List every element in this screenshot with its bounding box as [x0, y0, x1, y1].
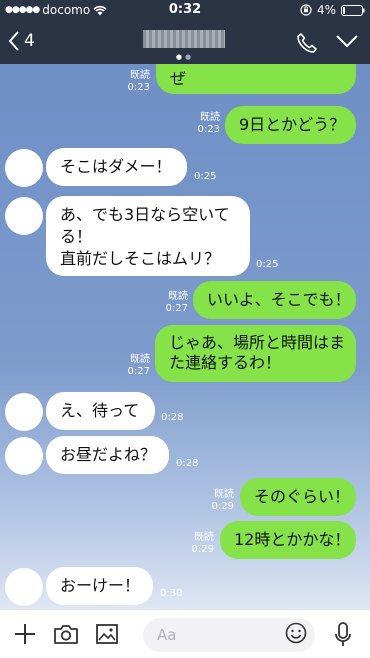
- message-time: 0:28: [161, 412, 184, 423]
- unread-count: 4: [24, 31, 35, 51]
- image-icon[interactable]: [95, 622, 119, 646]
- contact-name-redacted: [143, 30, 225, 48]
- message-bubble-sent[interactable]: じゃあ、場所と時間はま た連絡するわ！: [155, 325, 356, 382]
- message-meta: 既読 0:27: [160, 291, 188, 315]
- message-time: 0:30: [160, 588, 183, 599]
- message-text: おーけー！: [60, 576, 141, 595]
- message-bubble-sent[interactable]: 9日とかどう？: [225, 106, 356, 144]
- read-receipt: 既読: [168, 291, 188, 302]
- phone-call-icon[interactable]: [296, 32, 318, 54]
- read-receipt: 既読: [214, 489, 234, 500]
- message-meta: 既読 0:23: [192, 112, 220, 136]
- chevron-left-icon: [8, 31, 19, 51]
- status-right: 4%: [300, 3, 365, 17]
- message-time: 0:23: [127, 82, 150, 93]
- rotation-lock-icon: [300, 4, 312, 16]
- chat-area[interactable]: 既読 0:23 ぜ 既読 0:23 9日とかどう？ そこはダメー！ 0:25 あ…: [0, 64, 370, 609]
- message-bubble-sent[interactable]: いいよ、そこでも！: [193, 281, 356, 319]
- message-text-line: る！: [60, 227, 93, 246]
- message-bubble-received[interactable]: おーけー！: [46, 567, 153, 605]
- message-bubble-sent[interactable]: ぜ: [156, 64, 356, 94]
- contact-avatar[interactable]: [5, 149, 43, 187]
- message-text-line: あ、でも3日なら空いて: [60, 205, 230, 224]
- contact-avatar[interactable]: [5, 568, 43, 606]
- back-button[interactable]: 4: [8, 30, 35, 52]
- contact-avatar[interactable]: [5, 197, 43, 235]
- battery-percent: 4%: [316, 3, 336, 17]
- contact-avatar[interactable]: [5, 437, 43, 475]
- message-bubble-received[interactable]: そこはダメー！: [46, 148, 187, 186]
- message-text: ぜ: [170, 69, 187, 88]
- message-time: 0:29: [211, 501, 234, 512]
- message-time: 0:29: [191, 544, 214, 555]
- contact-avatar[interactable]: [5, 393, 43, 431]
- message-time: 0:28: [176, 458, 199, 469]
- chat-header: 4 ●●: [0, 20, 370, 64]
- message-bubble-sent[interactable]: 12時とかかな！: [220, 521, 356, 559]
- message-bubble-received[interactable]: え、待って: [46, 392, 155, 430]
- camera-icon[interactable]: [53, 622, 79, 646]
- message-time: 0:27: [127, 366, 150, 377]
- message-meta: 既読 0:23: [122, 70, 150, 94]
- emoji-icon[interactable]: [285, 622, 307, 644]
- message-text-line: た連絡するわ！: [169, 353, 282, 372]
- message-text-line: 直前だしそこはムリ？: [60, 249, 221, 268]
- battery-icon: [341, 4, 365, 16]
- message-text: お昼だよね？: [60, 445, 157, 464]
- page-indicator: ●●: [175, 53, 195, 61]
- message-text: いいよ、そこでも！: [207, 290, 351, 309]
- message-meta: 既読 0:29: [206, 489, 234, 513]
- message-text: 12時とかかな！: [234, 530, 351, 549]
- message-input-bar: [0, 609, 370, 658]
- message-time: 0:23: [197, 124, 220, 135]
- message-meta: 既読 0:29: [186, 532, 214, 556]
- message-bubble-received[interactable]: あ、でも3日なら空いて る！ 直前だしそこはムリ？: [46, 196, 250, 276]
- message-text: そのぐらい！: [254, 487, 351, 506]
- message-bubble-received[interactable]: お昼だよね？: [46, 436, 169, 474]
- message-text: 9日とかどう？: [239, 115, 346, 134]
- message-text: え、待って: [60, 401, 140, 420]
- message-time: 0:25: [194, 171, 217, 182]
- read-receipt: 既読: [130, 354, 150, 365]
- message-time: 0:27: [165, 303, 188, 314]
- message-text: そこはダメー！: [60, 157, 172, 176]
- status-bar: ●●●●● docomo 0:32 4%: [0, 0, 370, 20]
- read-receipt: 既読: [194, 532, 214, 543]
- plus-icon[interactable]: [13, 622, 37, 646]
- message-meta: 既読 0:27: [122, 354, 150, 378]
- microphone-icon[interactable]: [334, 622, 352, 648]
- read-receipt: 既読: [130, 70, 150, 81]
- message-text-line: じゃあ、場所と時間はま: [169, 333, 346, 352]
- message-bubble-sent[interactable]: そのぐらい！: [240, 478, 356, 516]
- chevron-down-icon[interactable]: [336, 35, 358, 48]
- read-receipt: 既読: [200, 112, 220, 123]
- message-time: 0:25: [256, 259, 279, 270]
